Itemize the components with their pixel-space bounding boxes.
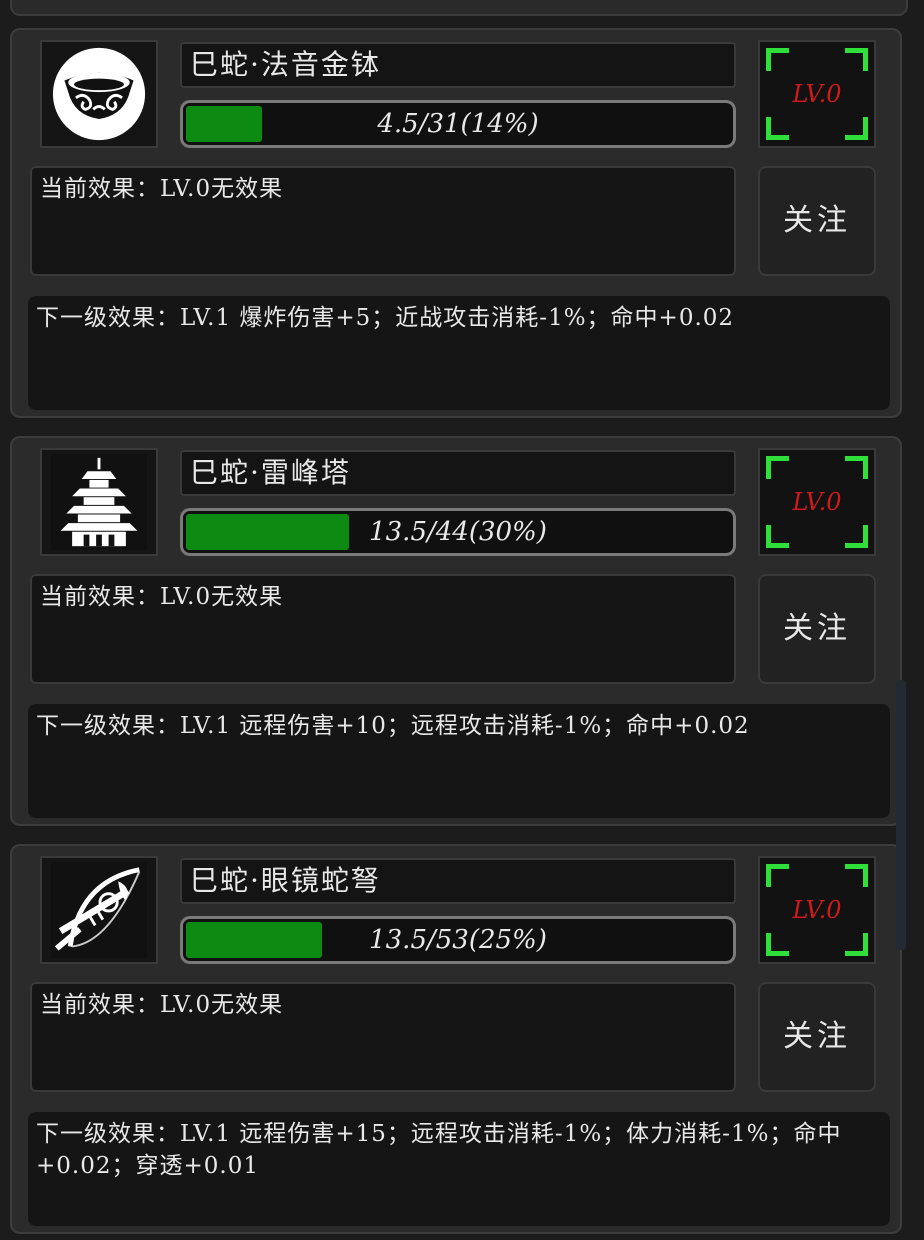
follow-button[interactable]: 关注	[758, 574, 876, 684]
follow-button[interactable]: 关注	[758, 982, 876, 1092]
pagoda-icon	[51, 454, 147, 550]
progress-bar: 13.5/44(30%)	[180, 508, 736, 556]
previous-card-edge	[10, 0, 908, 16]
item-card: 巳蛇·法音金钵 4.5/31(14%) LV.0 当前效果：LV.0无效果 关注…	[10, 28, 902, 418]
item-icon-frame[interactable]	[40, 856, 158, 964]
current-effect: 当前效果：LV.0无效果	[30, 166, 736, 276]
current-effect: 当前效果：LV.0无效果	[30, 982, 736, 1092]
item-card: 巳蛇·眼镜蛇弩 13.5/53(25%) LV.0 当前效果：LV.0无效果 关…	[10, 844, 902, 1234]
progress-bar: 4.5/31(14%)	[180, 100, 736, 148]
level-text: LV.0	[792, 896, 842, 924]
item-name: 巳蛇·雷峰塔	[180, 450, 736, 496]
item-name: 巳蛇·眼镜蛇弩	[180, 858, 736, 904]
level-badge: LV.0	[758, 448, 876, 556]
progress-text: 4.5/31(14%)	[377, 109, 539, 139]
bowl-icon	[52, 47, 146, 141]
item-card: 巳蛇·雷峰塔 13.5/44(30%) LV.0 当前效果：LV.0无效果 关注…	[10, 436, 902, 826]
next-level-effect: 下一级效果：LV.1 爆炸伤害+5；近战攻击消耗-1%；命中+0.02	[28, 296, 890, 410]
item-icon-frame[interactable]	[40, 448, 158, 556]
level-badge: LV.0	[758, 40, 876, 148]
item-list-page: 巳蛇·法音金钵 4.5/31(14%) LV.0 当前效果：LV.0无效果 关注…	[0, 0, 924, 1240]
level-text: LV.0	[792, 488, 842, 516]
next-level-effect: 下一级效果：LV.1 远程伤害+15；远程攻击消耗-1%；体力消耗-1%；命中+…	[28, 1112, 890, 1226]
progress-bar: 13.5/53(25%)	[180, 916, 736, 964]
scrollbar[interactable]	[896, 680, 906, 950]
level-text: LV.0	[792, 80, 842, 108]
progress-text: 13.5/44(30%)	[369, 517, 547, 547]
item-icon-frame[interactable]	[40, 40, 158, 148]
follow-button[interactable]: 关注	[758, 166, 876, 276]
progress-text: 13.5/53(25%)	[369, 925, 547, 955]
next-level-effect: 下一级效果：LV.1 远程伤害+10；远程攻击消耗-1%；命中+0.02	[28, 704, 890, 818]
item-name: 巳蛇·法音金钵	[180, 42, 736, 88]
current-effect: 当前效果：LV.0无效果	[30, 574, 736, 684]
crossbow-icon	[51, 862, 147, 958]
level-badge: LV.0	[758, 856, 876, 964]
